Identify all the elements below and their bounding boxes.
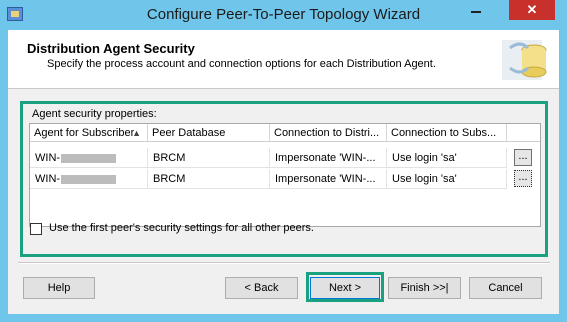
column-header-agent[interactable]: Agent for Subscriber ▲ bbox=[30, 124, 148, 142]
finish-button[interactable]: Finish >>| bbox=[388, 277, 461, 299]
agent-cell: WIN- bbox=[30, 169, 148, 189]
page-title: Distribution Agent Security bbox=[27, 41, 195, 56]
title-bar[interactable]: Configure Peer-To-Peer Topology Wizard ✕ bbox=[0, 0, 567, 30]
redacted-block bbox=[61, 153, 117, 163]
column-header-label: Agent for Subscriber bbox=[34, 127, 135, 139]
page-subtitle: Specify the process account and connecti… bbox=[47, 58, 436, 70]
minimize-icon[interactable] bbox=[462, 0, 490, 20]
conn-distributor-cell: Impersonate 'WIN-... bbox=[270, 169, 387, 189]
next-button[interactable]: Next > bbox=[310, 277, 380, 299]
first-peer-settings-checkbox[interactable] bbox=[30, 223, 42, 235]
help-button[interactable]: Help bbox=[23, 277, 95, 299]
edit-security-button[interactable]: ... bbox=[514, 170, 532, 187]
footer-separator bbox=[18, 262, 550, 264]
agent-security-label: Agent security properties: bbox=[32, 108, 157, 120]
column-header-conn-subscriber[interactable]: Connection to Subs... bbox=[387, 124, 507, 142]
sort-ascending-icon: ▲ bbox=[132, 128, 141, 138]
column-header-database[interactable]: Peer Database bbox=[148, 124, 270, 142]
agent-name: WIN- bbox=[35, 152, 61, 164]
database-sync-icon bbox=[502, 40, 547, 80]
agent-name: WIN- bbox=[35, 173, 61, 185]
column-header-button bbox=[507, 124, 540, 142]
database-cell: BRCM bbox=[148, 169, 270, 189]
agent-cell: WIN- bbox=[30, 148, 148, 168]
cancel-button[interactable]: Cancel bbox=[469, 277, 542, 299]
column-header-conn-distributor[interactable]: Connection to Distri... bbox=[270, 124, 387, 142]
database-cell: BRCM bbox=[148, 148, 270, 168]
table-row[interactable]: WIN- BRCM Impersonate 'WIN-... Use login… bbox=[30, 169, 540, 189]
page-header: Distribution Agent Security Specify the … bbox=[8, 30, 559, 89]
first-peer-settings-label[interactable]: Use the first peer's security settings f… bbox=[49, 222, 314, 234]
conn-subscriber-cell: Use login 'sa' bbox=[387, 169, 507, 189]
wizard-content: Distribution Agent Security Specify the … bbox=[8, 30, 559, 314]
wizard-window: Configure Peer-To-Peer Topology Wizard ✕… bbox=[0, 0, 567, 322]
grid-header: Agent for Subscriber ▲ Peer Database Con… bbox=[30, 124, 540, 142]
close-icon[interactable]: ✕ bbox=[509, 0, 555, 20]
back-button[interactable]: < Back bbox=[225, 277, 298, 299]
edit-security-button[interactable]: ... bbox=[514, 149, 532, 166]
redacted-block bbox=[61, 174, 117, 184]
conn-subscriber-cell: Use login 'sa' bbox=[387, 148, 507, 168]
agent-security-grid[interactable]: Agent for Subscriber ▲ Peer Database Con… bbox=[29, 123, 541, 227]
table-row[interactable]: WIN- BRCM Impersonate 'WIN-... Use login… bbox=[30, 148, 540, 168]
conn-distributor-cell: Impersonate 'WIN-... bbox=[270, 148, 387, 168]
